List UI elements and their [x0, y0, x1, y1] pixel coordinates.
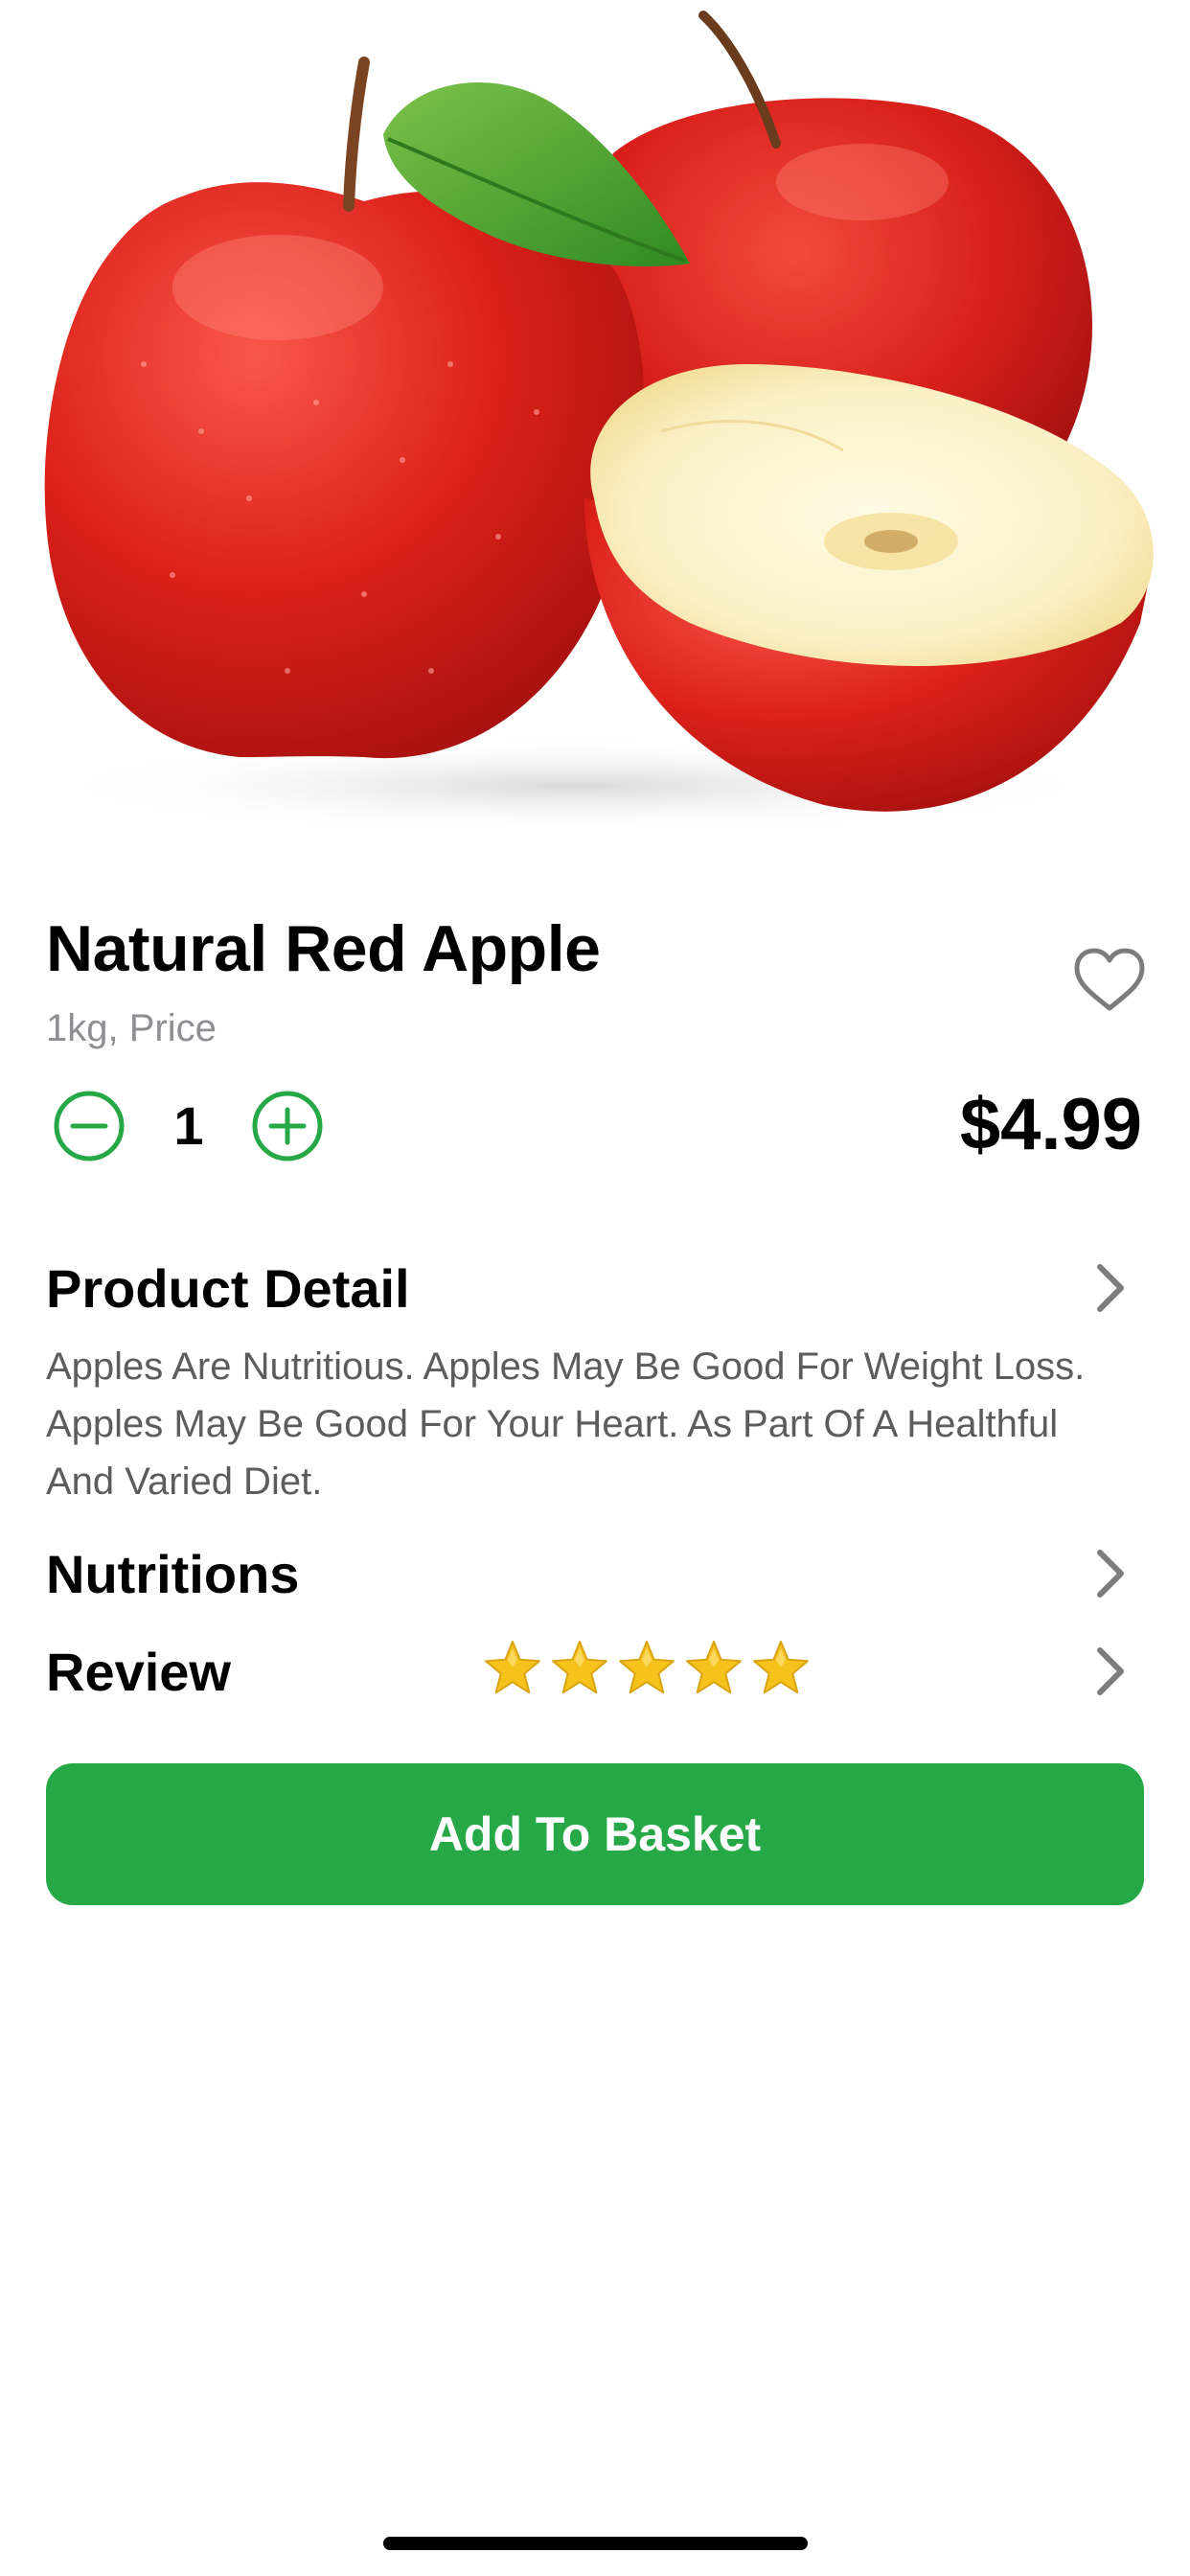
- chevron-right-icon: [1088, 1643, 1131, 1700]
- nutritions-chevron[interactable]: [1088, 1545, 1131, 1602]
- chevron-right-icon: [1088, 1259, 1131, 1317]
- star-icon: [684, 1639, 744, 1698]
- product-price: $4.99: [959, 1084, 1142, 1165]
- nutritions-heading[interactable]: Nutritions: [46, 1543, 299, 1606]
- star-icon: [483, 1639, 542, 1698]
- favorite-button[interactable]: [1071, 943, 1148, 1020]
- product-detail-chevron[interactable]: [1088, 1259, 1131, 1317]
- decrease-quantity-button[interactable]: [52, 1089, 126, 1163]
- star-icon: [617, 1639, 676, 1698]
- review-chevron[interactable]: [1088, 1643, 1131, 1700]
- star-icon: [550, 1639, 609, 1698]
- add-to-basket-button[interactable]: Add To Basket: [46, 1763, 1144, 1905]
- product-title: Natural Red Apple: [46, 912, 601, 985]
- home-indicator[interactable]: [383, 2537, 808, 2550]
- minus-circle-icon: [52, 1089, 126, 1163]
- product-detail-text: Apples Are Nutritious. Apples May Be Goo…: [46, 1346, 1086, 1503]
- review-heading[interactable]: Review: [46, 1641, 231, 1704]
- star-icon: [751, 1639, 811, 1698]
- heart-outline-icon: [1071, 943, 1148, 1020]
- increase-quantity-button[interactable]: [250, 1089, 325, 1163]
- quantity-value: 1: [173, 1095, 204, 1156]
- product-detail-heading[interactable]: Product Detail: [46, 1257, 410, 1321]
- review-stars: [483, 1639, 811, 1706]
- product-subtitle: 1kg, Price: [46, 1007, 217, 1049]
- product-image: [0, 0, 1190, 862]
- plus-circle-icon: [250, 1089, 325, 1163]
- chevron-right-icon: [1088, 1545, 1131, 1602]
